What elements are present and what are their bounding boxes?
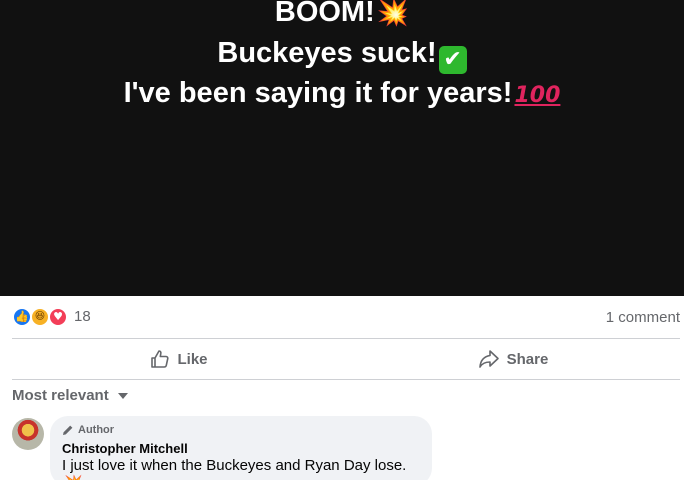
like-button-label: Like: [177, 350, 208, 368]
like-button[interactable]: Like: [12, 339, 346, 379]
comment-body: I just love it when the Buckeyes and Rya…: [62, 457, 407, 474]
post-text-line-3: I've been saying it for years!100: [0, 75, 684, 114]
author-badge: Author: [62, 423, 420, 437]
share-button[interactable]: Share: [346, 339, 680, 379]
boom-emoji-icon: 💥: [64, 474, 83, 480]
hundred-points-emoji-icon: 100: [514, 83, 561, 108]
caret-down-icon: [117, 393, 128, 399]
reaction-count[interactable]: 18: [74, 308, 91, 325]
boom-emoji-icon: 💥: [376, 0, 410, 28]
commenter-avatar[interactable]: [12, 418, 44, 450]
pencil-icon: [63, 425, 73, 435]
reaction-icons[interactable]: 👍 😆 ♥: [12, 307, 72, 329]
comment-sort-dropdown[interactable]: Most relevant: [12, 385, 129, 405]
post-text-line-2: Buckeyes suck! ✔: [0, 35, 684, 74]
post-image[interactable]: BOOM!💥 Buckeyes suck! ✔ I've been saying …: [0, 0, 684, 296]
comment-text: I just love it when the Buckeyes and Rya…: [62, 457, 420, 480]
post-line-2-text: Buckeyes suck!: [217, 37, 437, 69]
post-line-3-text: I've been saying it for years!: [123, 77, 513, 109]
reactions-summary: 👍 😆 ♥ 18 1 comment: [12, 305, 680, 329]
thumbs-up-icon: [151, 350, 170, 368]
comment-bubble: Author Christopher Mitchell I just love …: [50, 416, 432, 480]
post-action-bar: Like Share: [12, 338, 680, 380]
haha-reaction-icon: 😆: [30, 307, 50, 327]
author-badge-label: Author: [78, 424, 115, 436]
check-mark-emoji-icon: ✔: [438, 46, 467, 74]
like-reaction-icon: 👍: [12, 307, 32, 327]
commenter-name-link[interactable]: Christopher Mitchell: [62, 441, 420, 456]
comment-count-link[interactable]: 1 comment: [606, 309, 680, 326]
post-line-1-text: BOOM!: [274, 0, 375, 28]
post-text-line-1: BOOM!💥: [0, 0, 684, 31]
share-arrow-icon: [478, 350, 499, 368]
love-reaction-icon: ♥: [48, 307, 68, 327]
sort-label: Most relevant: [12, 386, 109, 404]
share-button-label: Share: [506, 350, 549, 368]
